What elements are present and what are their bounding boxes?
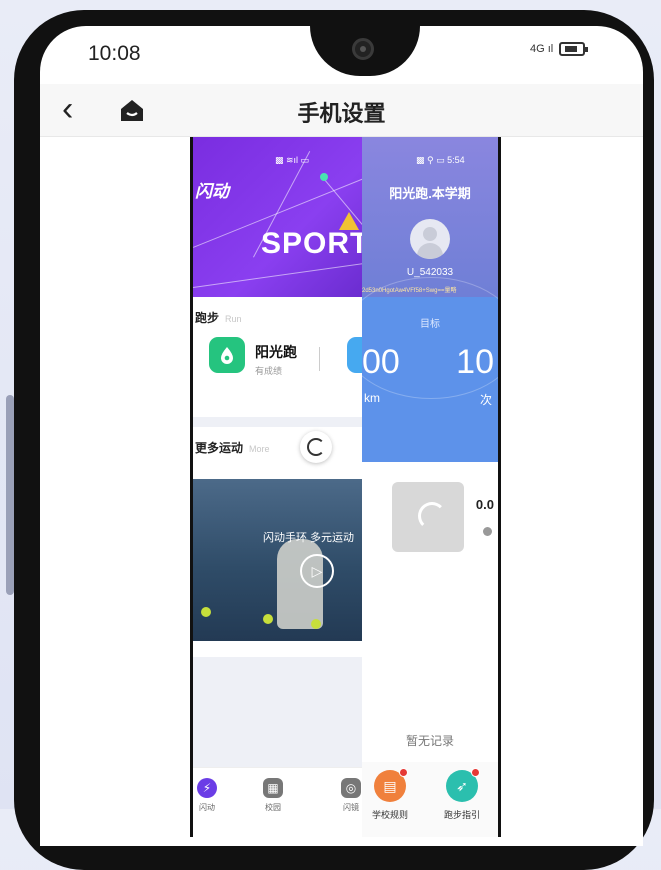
phone-screen: 10:08 4G ıl ‹ 手机设置 ▩ ≋ıl ▭ 闪动 SPORT 跑步 R… bbox=[40, 26, 643, 846]
nav-item-campus[interactable]: ▦ 校园 bbox=[253, 778, 293, 813]
sport-banner: ▩ ≋ıl ▭ 闪动 SPORT bbox=[193, 137, 365, 297]
goal-panel: 目标 00 10 km 次 bbox=[362, 277, 498, 462]
running-guide-button[interactable]: ➶ 跑步指引 bbox=[432, 768, 492, 821]
compass-icon: ➶ bbox=[446, 768, 480, 802]
divider bbox=[319, 347, 320, 371]
status-icons: 4G ıl bbox=[530, 42, 589, 56]
sunshine-run-app-name[interactable]: 阳光跑 bbox=[255, 342, 297, 362]
page-title: 手机设置 bbox=[297, 101, 386, 126]
building-icon: ▦ bbox=[263, 778, 283, 798]
sunshine-run-app-status: 有成绩 bbox=[255, 366, 283, 376]
title-bar: ‹ 手机设置 bbox=[40, 84, 643, 137]
goal-distance-value: 00 bbox=[362, 343, 400, 381]
video-caption: 闪动手环 多元运动 bbox=[263, 532, 355, 544]
promo-video[interactable]: 闪动手环 多元运动 ▷ bbox=[193, 479, 365, 641]
drop-icon bbox=[221, 347, 233, 364]
run-section: 跑步 Run 阳光跑 有成绩 bbox=[193, 297, 365, 417]
phone-side-button bbox=[6, 395, 14, 595]
play-button[interactable]: ▷ bbox=[300, 554, 334, 588]
profile-header: ▩ ⚲ ▭ 5:54 阳光跑.本学期 U_542033 2d53n0HgotAw… bbox=[362, 137, 498, 297]
right-app-screenshot: ▩ ⚲ ▭ 5:54 阳光跑.本学期 U_542033 2d53n0HgotAw… bbox=[362, 137, 501, 837]
battery-icon bbox=[559, 42, 589, 56]
semester-title: 阳光跑.本学期 bbox=[389, 186, 471, 201]
right-bottom-actions: ▤ 学校规则 ➶ 跑步指引 bbox=[362, 762, 498, 837]
count-unit: 次 bbox=[479, 393, 492, 407]
camera-icon: ◎ bbox=[341, 778, 361, 798]
score-value: 0.0 bbox=[475, 497, 494, 512]
empty-state-text: 暂无记录 bbox=[405, 734, 454, 748]
info-icon[interactable] bbox=[483, 527, 492, 536]
sunshine-run-app-icon[interactable] bbox=[209, 337, 245, 373]
loading-spinner-icon bbox=[300, 431, 332, 463]
banner-dot bbox=[320, 173, 328, 181]
banner-sport-text: SPORT bbox=[261, 227, 365, 260]
camera-icon bbox=[352, 38, 374, 60]
content-area: ▩ ≋ıl ▭ 闪动 SPORT 跑步 Run 阳光跑 有成绩 更多运动 Mor… bbox=[40, 137, 643, 837]
more-section-title: 更多运动 More bbox=[195, 441, 270, 455]
right-status-icons: ▩ ⚲ ▭ 5:54 bbox=[416, 155, 465, 165]
signal-icon: 4G ıl bbox=[530, 43, 554, 55]
loading-card bbox=[392, 482, 464, 552]
lightning-icon: ⚡ bbox=[197, 778, 217, 798]
nav-item-flash[interactable]: ⚡ 闪动 bbox=[193, 778, 227, 813]
avatar[interactable] bbox=[410, 219, 450, 259]
rules-icon: ▤ bbox=[374, 768, 408, 802]
run-section-title: 跑步 Run bbox=[195, 311, 242, 325]
goal-label: 目标 bbox=[420, 319, 440, 330]
left-app-screenshot: ▩ ≋ıl ▭ 闪动 SPORT 跑步 Run 阳光跑 有成绩 更多运动 Mor… bbox=[190, 137, 365, 837]
brand-logo-text: 闪动 bbox=[195, 182, 229, 201]
school-rules-button[interactable]: ▤ 学校规则 bbox=[362, 768, 420, 821]
distance-unit: km bbox=[364, 391, 380, 405]
status-time: 10:08 bbox=[88, 42, 141, 65]
more-sports-section: 更多运动 More 闪动手环 多元运动 ▷ bbox=[193, 427, 365, 657]
camera-notch bbox=[310, 26, 420, 76]
nav-item-mirror[interactable]: ◎ 闪镜 bbox=[331, 778, 365, 813]
goal-count-value: 10 bbox=[456, 343, 494, 381]
left-bottom-nav: ⚡ 闪动 ▦ 校园 ◎ 闪镜 bbox=[193, 767, 365, 837]
